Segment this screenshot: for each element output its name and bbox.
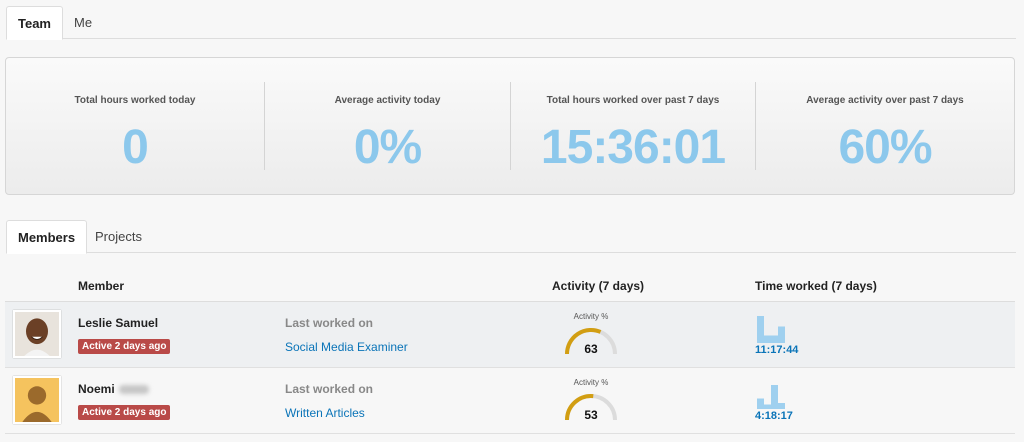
stat-hours-7days: Total hours worked over past 7 days 15:3… (511, 58, 755, 194)
stat-value: 0 (122, 121, 149, 174)
member-tabs: Members Projects (6, 220, 1016, 254)
sparkline-bar (778, 326, 785, 343)
last-worked-label: Last worked on (285, 316, 374, 330)
status-badge: Active 2 days ago (78, 339, 171, 354)
tab-team[interactable]: Team (6, 6, 63, 40)
gauge-label: Activity % (574, 312, 609, 321)
activity-gauge: Activity % 63 (565, 312, 617, 356)
avatar[interactable] (13, 310, 61, 358)
tab-me[interactable]: Me (63, 6, 103, 39)
stat-label: Total hours worked over past 7 days (546, 95, 720, 106)
sparkline-bar (771, 385, 778, 409)
gauge-label: Activity % (574, 378, 609, 387)
time-worked: 11:17:44 (755, 344, 799, 356)
header-activity[interactable]: Activity (7 days) (552, 279, 644, 293)
activity-gauge: Activity % 53 (565, 378, 617, 422)
stat-hours-today: Total hours worked today 0 (6, 58, 264, 194)
tab-projects[interactable]: Projects (84, 220, 153, 253)
stat-value: 15:36:01 (540, 121, 726, 174)
last-worked-label: Last worked on (285, 382, 374, 396)
avatar[interactable] (13, 376, 61, 424)
stat-label: Average activity today (334, 95, 441, 106)
sparkline-bar (771, 335, 778, 343)
team-tabs: Team Me (6, 6, 1016, 40)
redacted-surname (118, 385, 149, 395)
project-link[interactable]: Social Media Examiner (285, 340, 408, 354)
stat-value: 0% (353, 121, 422, 174)
project-link[interactable]: Written Articles (285, 406, 365, 420)
sparkline-bar (757, 398, 764, 409)
stat-label: Average activity over past 7 days (806, 95, 964, 106)
time-worked: 4:18:17 (755, 410, 793, 422)
table-header: Member Activity (7 days) Time worked (7 … (5, 270, 1015, 302)
table-row[interactable]: Leslie Samuel Active 2 days ago Last wor… (5, 302, 1015, 368)
gauge-value: 53 (584, 408, 598, 422)
summary-panel: Total hours worked today 0 Average activ… (5, 57, 1015, 195)
status-badge: Active 2 days ago (78, 405, 171, 420)
stat-activity-7days: Average activity over past 7 days 60% (756, 58, 1014, 194)
stat-activity-today: Average activity today 0% (265, 58, 510, 194)
table-row[interactable]: Noemi Active 2 days ago Last worked on W… (5, 368, 1015, 434)
sparkline-bar (757, 316, 764, 343)
sparkline-bar (764, 404, 771, 409)
stat-value: 60% (838, 121, 932, 174)
member-name[interactable]: Leslie Samuel (78, 316, 158, 330)
time-sparkline (757, 385, 785, 409)
member-name[interactable]: Noemi (78, 382, 149, 396)
gauge-value: 63 (584, 342, 598, 356)
tab-members[interactable]: Members (6, 220, 88, 254)
stat-label: Total hours worked today (74, 95, 196, 106)
header-member[interactable]: Member (78, 279, 124, 293)
time-sparkline (757, 316, 785, 343)
sparkline-bar (778, 403, 785, 409)
sparkline-bar (764, 335, 771, 343)
header-time[interactable]: Time worked (7 days) (755, 279, 877, 293)
